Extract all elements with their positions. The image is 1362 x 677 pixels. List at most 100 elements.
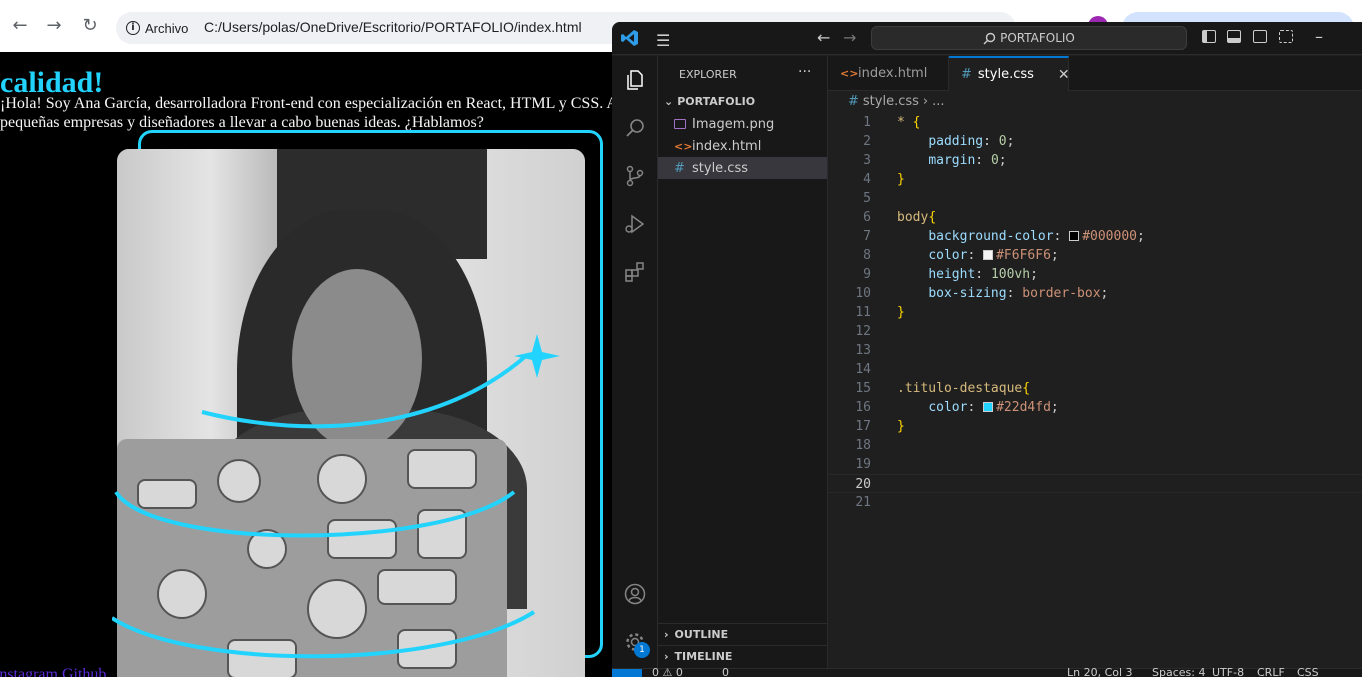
url-text[interactable]: C:/Users/polas/OneDrive/Escritorio/PORTA… xyxy=(204,19,582,35)
css-file-icon: # xyxy=(961,67,972,82)
remote-indicator[interactable] xyxy=(612,669,642,677)
activity-bar: 1 xyxy=(612,56,658,668)
title-bar: ☰ ← → PORTAFOLIO – xyxy=(612,22,1362,55)
code-line[interactable]: 13 xyxy=(828,341,1362,360)
cursor-position[interactable]: Ln 20, Col 3 xyxy=(1067,666,1133,677)
accounts-icon[interactable] xyxy=(623,582,647,606)
toggle-sidebar-icon[interactable] xyxy=(1202,30,1216,43)
code-line[interactable]: 4} xyxy=(828,170,1362,189)
encoding-status[interactable]: UTF-8 xyxy=(1212,666,1244,677)
source-control-icon[interactable] xyxy=(623,164,647,188)
close-tab-icon[interactable]: ✕ xyxy=(1058,67,1070,83)
code-line[interactable]: 6 body{ xyxy=(828,208,1362,227)
code-line[interactable]: 8 color: #F6F6F6; xyxy=(828,246,1362,265)
ports-status[interactable]: 0 xyxy=(722,666,729,677)
code-line[interactable]: 15 .titulo-destaque{ xyxy=(828,379,1362,398)
indentation-status[interactable]: Spaces: 4 xyxy=(1152,666,1205,677)
menu-icon[interactable]: ☰ xyxy=(656,31,670,50)
code-line[interactable]: 2 padding: 0; xyxy=(828,132,1362,151)
image-file-icon xyxy=(674,119,686,129)
code-line[interactable]: 18 xyxy=(828,436,1362,455)
line-number: 12 xyxy=(855,324,871,339)
run-debug-icon[interactable] xyxy=(623,212,647,236)
line-number: 6 xyxy=(863,210,871,225)
line-content: } xyxy=(897,419,905,434)
info-icon: i xyxy=(126,21,140,35)
more-actions-icon[interactable]: ··· xyxy=(798,64,811,80)
explorer-title: EXPLORER xyxy=(679,68,737,81)
link-github[interactable]: Github xyxy=(62,666,106,677)
back-nav-icon[interactable]: ← xyxy=(817,28,830,47)
breadcrumb-symbol[interactable]: ... xyxy=(932,94,944,109)
page-heading: calidad! xyxy=(0,52,103,100)
extensions-icon[interactable] xyxy=(623,260,647,284)
folder-header[interactable]: ⌄ PORTAFOLIO xyxy=(664,95,755,108)
problems-status[interactable]: 0 ⚠ 0 xyxy=(652,666,683,677)
search-sidebar-icon[interactable] xyxy=(623,116,647,140)
code-line[interactable]: 10 box-sizing: border-box; xyxy=(828,284,1362,303)
code-editor[interactable]: 1 * {2 padding: 0; 3 margin: 0; 4} 5 6 body{7 … xyxy=(828,113,1362,512)
minimize-icon[interactable]: – xyxy=(1315,27,1323,46)
outline-section[interactable]: › OUTLINE xyxy=(658,623,827,645)
code-line[interactable]: 1 * { xyxy=(828,113,1362,132)
breadcrumb-file[interactable]: style.css xyxy=(863,94,919,109)
toggle-secondary-sidebar-icon[interactable] xyxy=(1253,30,1267,43)
chevron-right-icon: › xyxy=(664,628,669,641)
forward-nav-icon[interactable]: → xyxy=(843,28,856,47)
language-status[interactable]: CSS xyxy=(1297,666,1319,677)
html-file-icon: <> xyxy=(674,139,693,153)
code-line[interactable]: 11} xyxy=(828,303,1362,322)
search-icon xyxy=(983,32,996,44)
html-file-icon: <> xyxy=(840,67,859,80)
chevron-down-icon: ⌄ xyxy=(664,95,674,108)
code-line[interactable]: 12 xyxy=(828,322,1362,341)
code-line[interactable]: 20 xyxy=(828,474,1362,493)
link-instagram[interactable]: Instagram xyxy=(0,666,58,677)
status-bar: 0 ⚠ 0 0 Ln 20, Col 3 Spaces: 4 UTF-8 CRL… xyxy=(612,666,1362,677)
reload-icon[interactable]: ↻ xyxy=(78,14,102,38)
file-item-index-html[interactable]: <> index.html xyxy=(658,135,827,157)
line-content: * { xyxy=(897,115,921,130)
line-number: 14 xyxy=(855,362,871,377)
chevron-right-icon: › xyxy=(664,650,669,663)
code-line[interactable]: 5 xyxy=(828,189,1362,208)
tab-index-html[interactable]: <> index.html xyxy=(828,56,949,91)
file-name: Imagem.png xyxy=(692,116,775,132)
file-item-imagem-png[interactable]: Imagem.png xyxy=(658,113,827,135)
file-item-style-css[interactable]: # style.css xyxy=(658,157,827,179)
code-line[interactable]: 14 xyxy=(828,360,1362,379)
code-line[interactable]: 3 margin: 0; xyxy=(828,151,1362,170)
explorer-icon[interactable] xyxy=(623,68,647,92)
code-line[interactable]: 21 xyxy=(828,493,1362,512)
line-number: 2 xyxy=(863,134,871,149)
line-number: 18 xyxy=(855,438,871,453)
line-number: 7 xyxy=(863,229,871,244)
back-icon[interactable]: ← xyxy=(8,14,32,38)
site-info-chip[interactable]: i Archivo xyxy=(122,16,196,40)
command-center-label: PORTAFOLIO xyxy=(1000,31,1075,45)
code-line[interactable]: 17} xyxy=(828,417,1362,436)
tab-label: index.html xyxy=(858,66,928,81)
command-center[interactable]: PORTAFOLIO xyxy=(871,26,1187,50)
line-number: 17 xyxy=(855,419,871,434)
timeline-section[interactable]: › TIMELINE xyxy=(658,645,827,667)
vscode-window: ☰ ← → PORTAFOLIO – 1 EXPLORER ··· ⌄ PORT… xyxy=(612,22,1362,677)
code-line[interactable]: 16 color: #22d4fd; xyxy=(828,398,1362,417)
site-chip-label: Archivo xyxy=(145,20,189,36)
code-line[interactable]: 19 xyxy=(828,455,1362,474)
code-line[interactable]: 9 height: 100vh; xyxy=(828,265,1362,284)
toggle-panel-icon[interactable] xyxy=(1227,30,1241,43)
line-content: .titulo-destaque{ xyxy=(897,381,1031,396)
eol-status[interactable]: CRLF xyxy=(1257,666,1285,677)
customize-layout-icon[interactable] xyxy=(1279,30,1293,43)
forward-icon[interactable]: → xyxy=(42,14,66,38)
code-line[interactable]: 7 background-color: #000000; xyxy=(828,227,1362,246)
line-content: height: 100vh; xyxy=(928,267,1038,282)
tab-style-css[interactable]: # style.css ✕ xyxy=(949,56,1070,91)
css-file-icon: # xyxy=(674,160,685,176)
line-number: 5 xyxy=(863,191,871,206)
editor-area: <> index.html # style.css ✕ # style.css … xyxy=(828,56,1362,668)
file-name: index.html xyxy=(692,138,762,154)
line-content: } xyxy=(897,172,905,187)
hero-image-block xyxy=(112,130,612,677)
